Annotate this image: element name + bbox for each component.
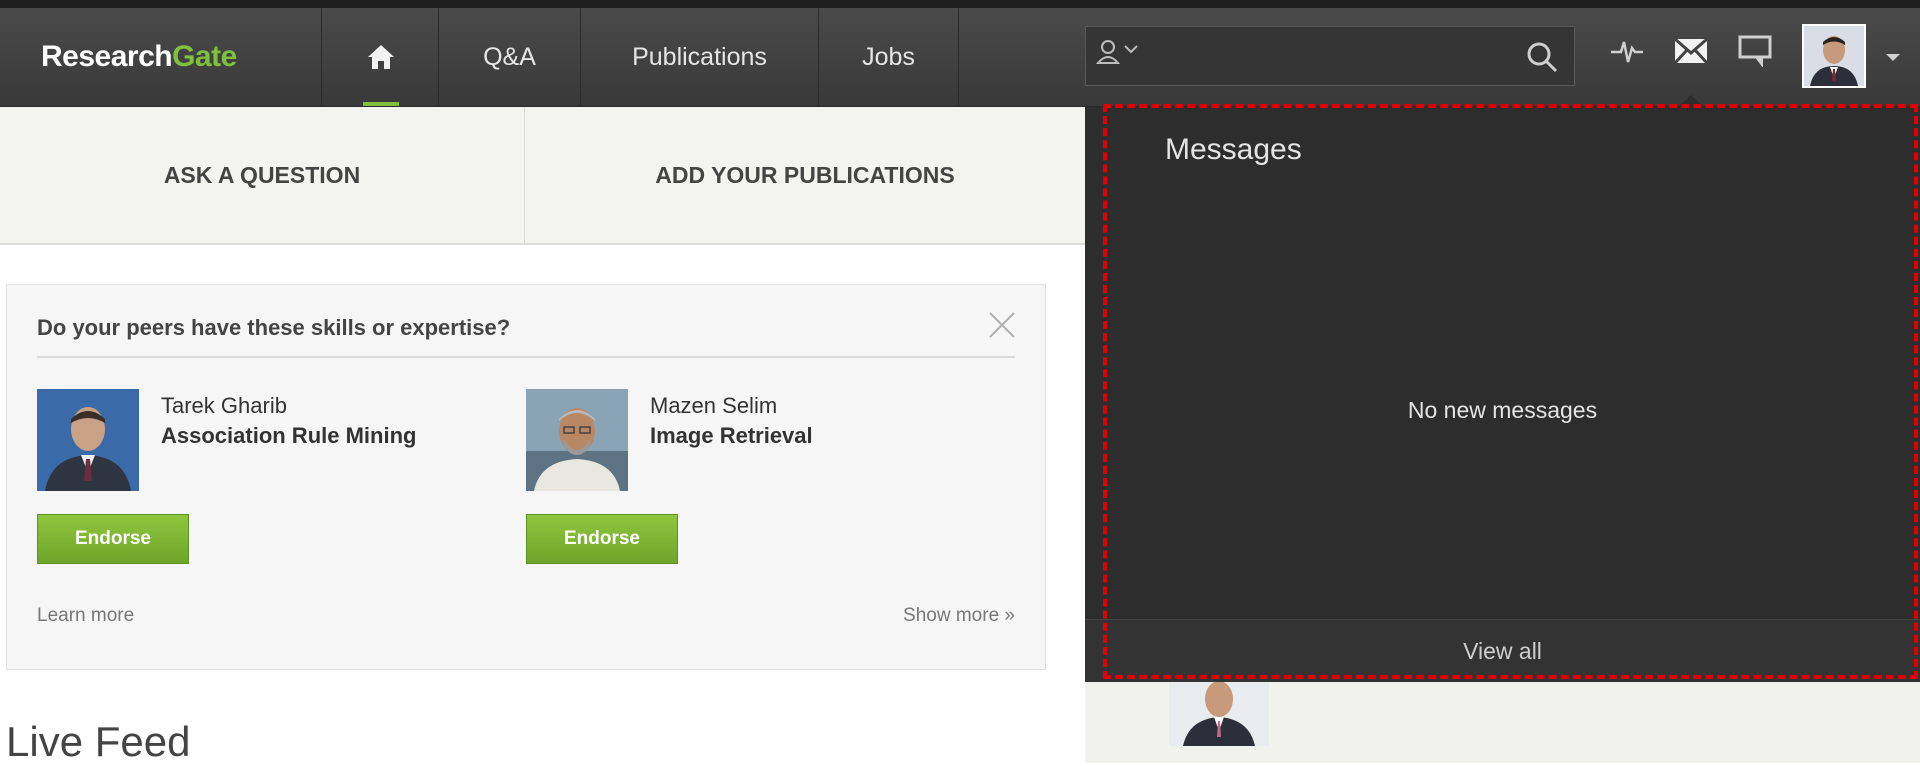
- nav-publications[interactable]: Publications: [581, 8, 819, 106]
- nav-home-active-indicator: [363, 102, 399, 106]
- logo-word-research: Research: [41, 40, 173, 73]
- logo-word-gate: Gate: [172, 40, 237, 73]
- activity-icon[interactable]: [1607, 32, 1647, 70]
- messages-title: Messages: [1165, 133, 1302, 166]
- add-publications-button[interactable]: ADD YOUR PUBLICATIONS: [525, 107, 1085, 243]
- show-more-link[interactable]: Show more »: [903, 605, 1015, 627]
- peer-name[interactable]: Tarek Gharib: [161, 393, 287, 419]
- top-strip: [0, 0, 1920, 8]
- profile-avatar[interactable]: [1169, 681, 1269, 746]
- nav-qa[interactable]: Q&A: [439, 8, 581, 106]
- home-icon: [367, 45, 394, 69]
- endorse-button[interactable]: Endorse: [526, 514, 678, 564]
- chevron-down-icon[interactable]: [1124, 41, 1138, 59]
- no-messages-text: No new messages: [1407, 397, 1598, 423]
- messages-dropdown: Messages No new messages View all: [1085, 107, 1920, 682]
- peer-skill: Association Rule Mining: [161, 423, 417, 448]
- search-icon[interactable]: [1524, 39, 1560, 75]
- close-icon[interactable]: [987, 307, 1017, 349]
- card-divider: [37, 356, 1015, 358]
- learn-more-link[interactable]: Learn more: [37, 605, 134, 627]
- peer-skill: Image Retrieval: [650, 423, 813, 448]
- search-input[interactable]: [1156, 37, 1500, 77]
- search-box[interactable]: [1085, 26, 1575, 86]
- peer-name[interactable]: Mazen Selim: [650, 393, 777, 419]
- researchgate-logo[interactable]: Research Gate: [0, 8, 322, 106]
- live-feed-heading: Live Feed: [6, 718, 191, 765]
- peer-avatar[interactable]: [37, 389, 139, 491]
- user-avatar[interactable]: [1802, 24, 1866, 88]
- peer-avatar[interactable]: [526, 389, 628, 491]
- ask-question-button[interactable]: ASK A QUESTION: [0, 107, 525, 243]
- skills-endorsement-card: Do your peers have these skills or exper…: [6, 284, 1046, 670]
- card-title: Do your peers have these skills or exper…: [37, 315, 511, 340]
- messages-dropdown-caret: [1678, 95, 1704, 107]
- messages-icon[interactable]: [1671, 32, 1711, 70]
- endorse-button[interactable]: Endorse: [37, 514, 189, 564]
- chat-icon[interactable]: [1735, 32, 1775, 70]
- view-all-messages-link[interactable]: View all: [1085, 619, 1920, 682]
- nav-jobs[interactable]: Jobs: [819, 8, 959, 106]
- person-filter-icon[interactable]: [1095, 39, 1121, 72]
- action-bar: ASK A QUESTION ADD YOUR PUBLICATIONS: [0, 107, 1085, 245]
- account-menu-chevron-down-icon[interactable]: [1884, 48, 1902, 69]
- nav-home[interactable]: [323, 8, 439, 106]
